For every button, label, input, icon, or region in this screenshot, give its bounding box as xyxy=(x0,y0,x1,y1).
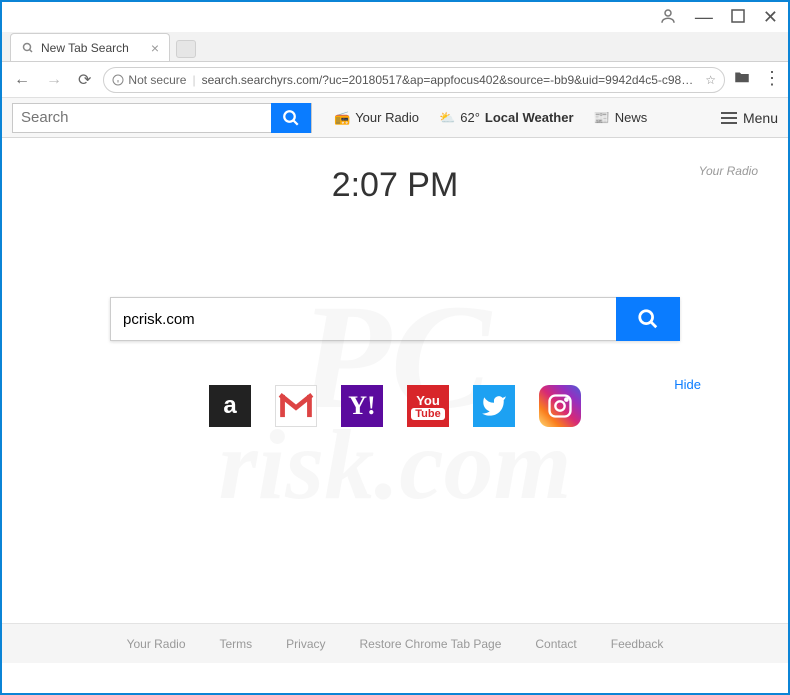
security-label: Not secure xyxy=(128,73,186,87)
search-icon xyxy=(282,109,300,127)
tab-title: New Tab Search xyxy=(41,41,129,55)
yahoo-tile[interactable]: Y! xyxy=(341,385,383,427)
main-search-input[interactable] xyxy=(110,297,616,341)
clock: 2:07 PM xyxy=(332,166,459,205)
toolbar-links: 📻 Your Radio ⛅ 62° Local Weather 📰 News xyxy=(334,110,647,126)
search-icon xyxy=(637,308,659,330)
omnibox[interactable]: Not secure | search.searchyrs.com/?uc=20… xyxy=(103,67,725,93)
page-content: PC risk.com 2:07 PM Your Radio a Y! You … xyxy=(2,138,788,663)
weather-icon: ⛅ xyxy=(439,110,455,126)
quick-links: a Y! You Tube Hide xyxy=(209,385,581,427)
twitter-tile[interactable] xyxy=(473,385,515,427)
toolbar-search-input[interactable] xyxy=(13,109,271,126)
brand-label: Your Radio xyxy=(699,164,758,178)
instagram-icon xyxy=(546,392,574,420)
bookmark-icon[interactable]: ☆ xyxy=(705,73,716,87)
toolbar-search xyxy=(12,103,312,133)
watermark-bottom: risk.com xyxy=(219,422,572,507)
gmail-tile[interactable] xyxy=(275,385,317,427)
footer-contact[interactable]: Contact xyxy=(535,637,576,651)
your-radio-label: Your Radio xyxy=(355,110,419,125)
chrome-menu-icon[interactable]: ⋮ xyxy=(763,68,780,91)
footer-terms[interactable]: Terms xyxy=(220,637,253,651)
folder-icon[interactable] xyxy=(733,68,751,91)
toolbar-menu-button[interactable]: Menu xyxy=(721,109,778,127)
search-favicon-icon xyxy=(21,41,35,55)
news-label: News xyxy=(615,110,648,125)
gmail-icon xyxy=(277,387,315,425)
menu-label: Menu xyxy=(743,110,778,126)
weather-temp: 62° xyxy=(460,110,480,125)
close-icon[interactable]: ✕ xyxy=(763,7,778,28)
radio-icon: 📻 xyxy=(334,110,350,126)
minimize-icon[interactable]: — xyxy=(695,7,713,28)
main-search-button[interactable] xyxy=(616,297,680,341)
youtube-tile[interactable]: You Tube xyxy=(407,385,449,427)
footer-privacy[interactable]: Privacy xyxy=(286,637,325,651)
hide-link[interactable]: Hide xyxy=(674,377,701,392)
footer-feedback[interactable]: Feedback xyxy=(611,637,664,651)
maximize-icon[interactable] xyxy=(731,9,745,26)
amazon-tile[interactable]: a xyxy=(209,385,251,427)
main-search xyxy=(110,297,680,341)
back-button[interactable]: ← xyxy=(10,67,34,93)
security-indicator[interactable]: Not secure xyxy=(112,73,186,87)
account-icon[interactable] xyxy=(659,7,677,28)
reload-button[interactable]: ⟳ xyxy=(74,66,95,94)
footer-your-radio[interactable]: Your Radio xyxy=(127,637,186,651)
url-text: search.searchyrs.com/?uc=20180517&ap=app… xyxy=(202,73,700,87)
hamburger-icon xyxy=(721,109,737,127)
twitter-icon xyxy=(481,393,507,419)
weather-label: Local Weather xyxy=(485,110,574,125)
weather-link[interactable]: ⛅ 62° Local Weather xyxy=(439,110,573,126)
news-icon: 📰 xyxy=(594,110,610,126)
tab-strip: New Tab Search × xyxy=(2,32,788,62)
extension-toolbar: 📻 Your Radio ⛅ 62° Local Weather 📰 News … xyxy=(2,98,788,138)
footer-restore[interactable]: Restore Chrome Tab Page xyxy=(360,637,502,651)
address-bar: ← → ⟳ Not secure | search.searchyrs.com/… xyxy=(2,62,788,98)
instagram-tile[interactable] xyxy=(539,385,581,427)
info-icon xyxy=(112,74,124,86)
forward-button[interactable]: → xyxy=(42,67,66,93)
new-tab-button[interactable] xyxy=(176,40,196,58)
tab-close-icon[interactable]: × xyxy=(151,40,159,56)
footer: Your Radio Terms Privacy Restore Chrome … xyxy=(2,623,788,663)
toolbar-search-button[interactable] xyxy=(271,103,311,133)
news-link[interactable]: 📰 News xyxy=(594,110,648,126)
window-titlebar: — ✕ xyxy=(2,2,788,32)
your-radio-link[interactable]: 📻 Your Radio xyxy=(334,110,419,126)
browser-tab[interactable]: New Tab Search × xyxy=(10,33,170,61)
